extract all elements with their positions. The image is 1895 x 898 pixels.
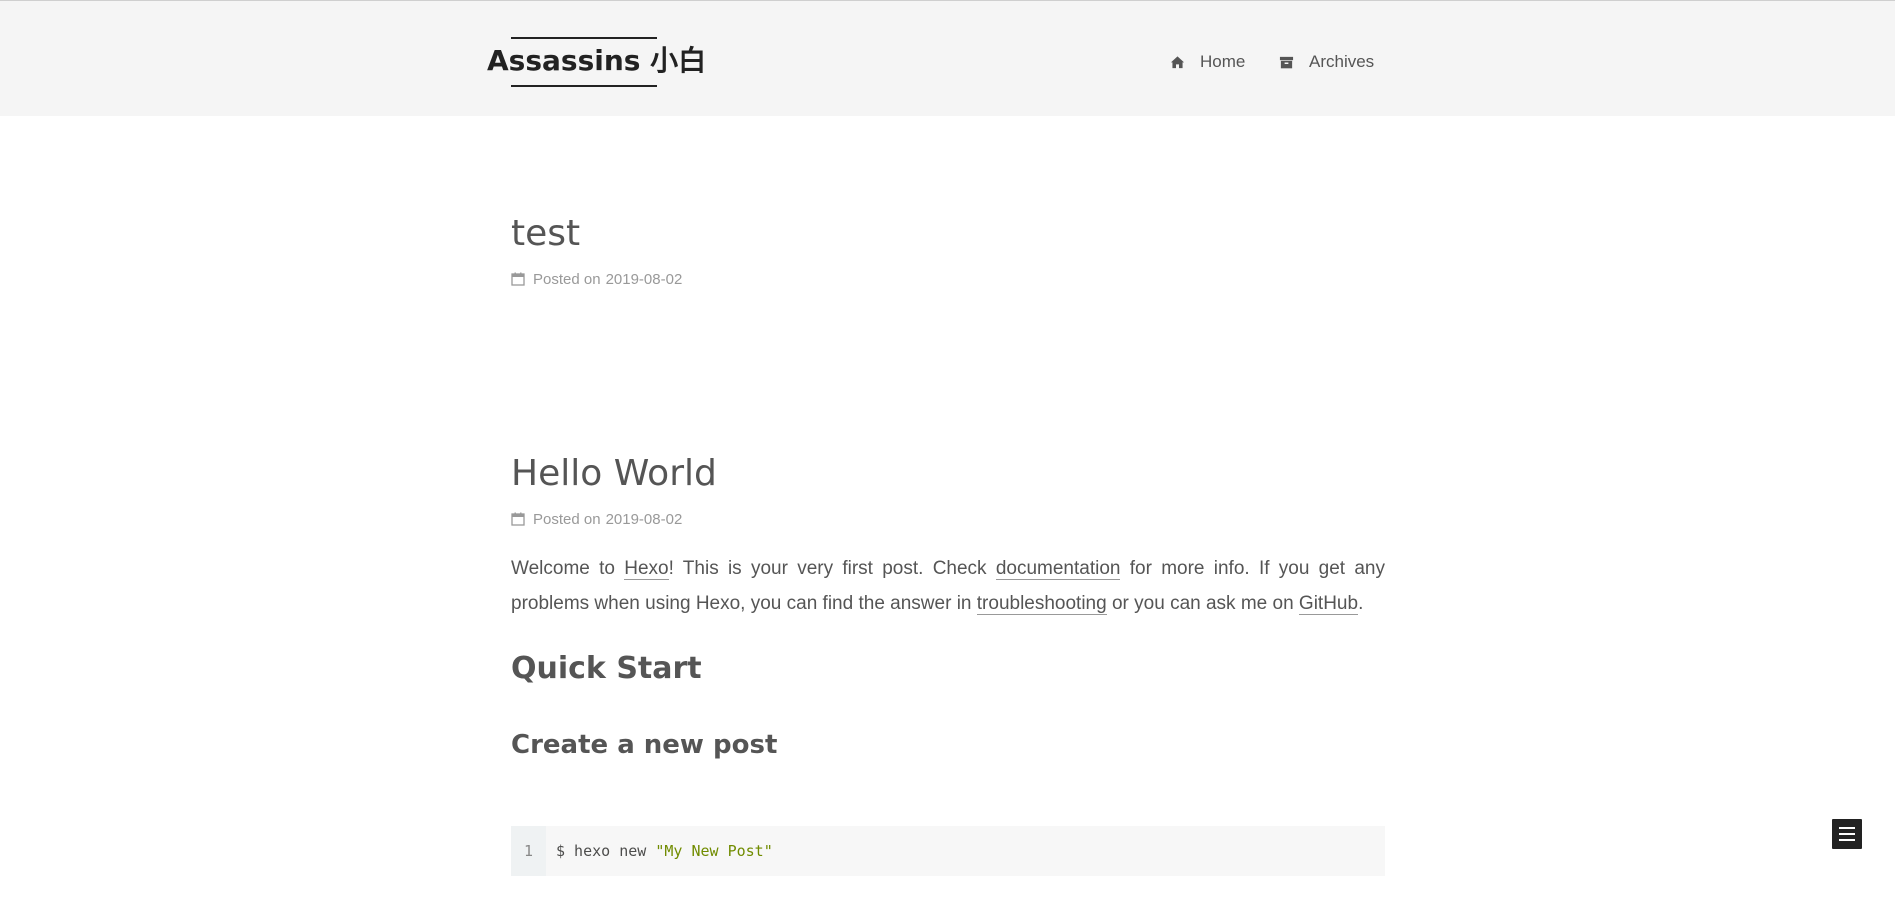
link-troubleshooting[interactable]: troubleshooting (976, 593, 1107, 615)
code-string: "My New Post" (655, 842, 773, 860)
code-line-number: 1 (511, 826, 546, 876)
post-meta: Posted on 2019-08-02 (511, 269, 1385, 289)
intro-paragraph: Welcome to Hexo! This is your very first… (511, 551, 1385, 621)
brand-line-bottom (511, 85, 657, 87)
menu-icon-bar (1839, 827, 1855, 829)
post-hello-world: Hello World Posted on 2019-08-02 Welcome… (511, 452, 1385, 762)
post-title[interactable]: test (511, 212, 1385, 256)
site-title[interactable]: Assassins 小白 (487, 43, 706, 79)
menu-icon-bar (1839, 839, 1855, 841)
site-header: Assassins 小白 Home Archives (0, 0, 1895, 116)
brand-line-top (511, 37, 657, 39)
code-block: 1 $ hexo new "My New Post" (511, 826, 1385, 876)
home-icon (1170, 55, 1185, 70)
link-hexo[interactable]: Hexo (624, 558, 669, 580)
nav-item-archives[interactable]: Archives (1279, 48, 1374, 76)
post-body: Welcome to Hexo! This is your very first… (511, 551, 1385, 762)
code-line: $ hexo new "My New Post" (546, 826, 773, 876)
heading-create-new-post: Create a new post (511, 730, 778, 760)
post-title[interactable]: Hello World (511, 452, 1385, 496)
post-date: 2019-08-02 (605, 270, 683, 288)
text-segment: . (1358, 593, 1364, 614)
nav-item-home[interactable]: Home (1170, 48, 1245, 76)
nav-item-label: Home (1200, 52, 1246, 71)
site-brand[interactable]: Assassins 小白 (487, 37, 706, 87)
menu-icon-bar (1839, 833, 1855, 835)
post-date: 2019-08-02 (605, 510, 683, 528)
post-test: test Posted on 2019-08-02 (511, 212, 1385, 289)
nav-item-label: Archives (1309, 52, 1375, 71)
post-meta: Posted on 2019-08-02 (511, 509, 1385, 529)
link-documentation[interactable]: documentation (995, 558, 1121, 580)
text-segment: or you can ask me on (1106, 593, 1299, 614)
post-meta-prefix: Posted on (533, 510, 601, 528)
archive-icon (1279, 55, 1294, 70)
code-command: $ hexo new (556, 842, 656, 860)
text-segment: ! This is your very first post. Check (668, 558, 996, 579)
calendar-icon (511, 272, 525, 286)
sidebar-toggle-button[interactable] (1832, 819, 1862, 849)
calendar-icon (511, 512, 525, 526)
heading-quick-start: Quick Start (511, 651, 702, 686)
link-github[interactable]: GitHub (1298, 593, 1359, 615)
text-segment: Welcome to (511, 558, 625, 579)
post-meta-prefix: Posted on (533, 270, 601, 288)
